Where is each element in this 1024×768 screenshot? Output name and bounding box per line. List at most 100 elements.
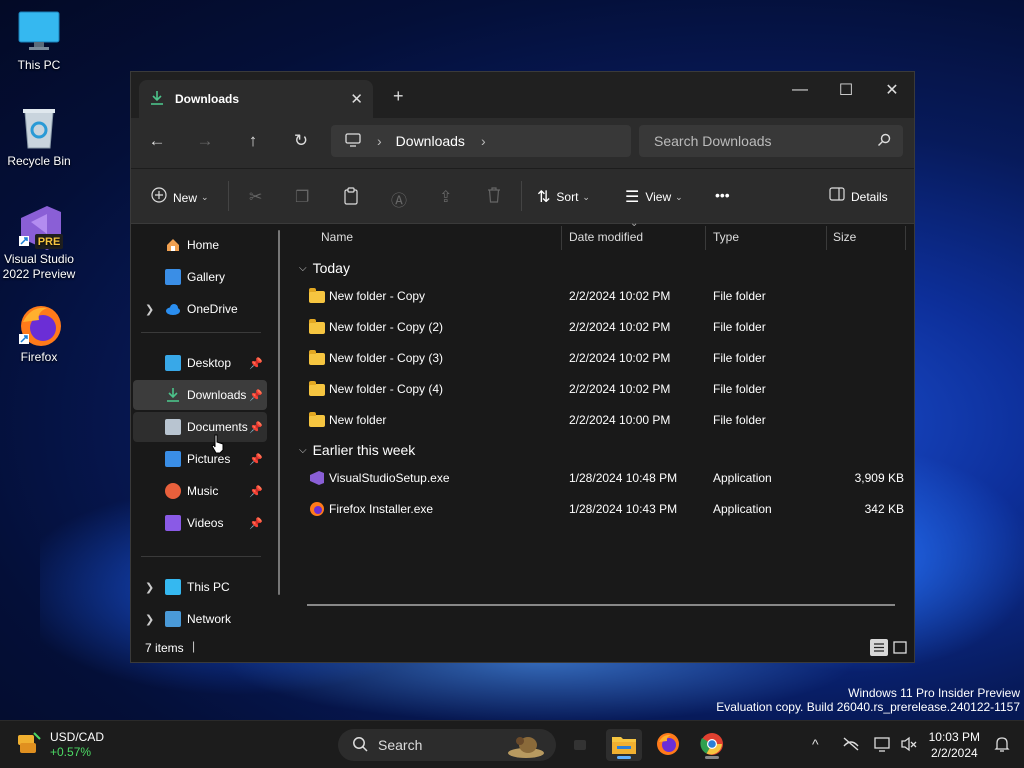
column-header-size[interactable]: Size: [833, 230, 856, 244]
search-placeholder: Search Downloads: [654, 133, 772, 149]
new-button[interactable]: New ⌄: [151, 187, 209, 208]
volume-muted-icon[interactable]: [900, 735, 918, 756]
table-row[interactable]: New folder - Copy (4) 2/2/2024 10:02 PM …: [307, 375, 904, 405]
horizontal-scrollbar[interactable]: [307, 604, 895, 606]
network-disconnected-icon[interactable]: [842, 736, 860, 755]
status-bar: 7 items |: [131, 634, 914, 662]
running-indicator: [705, 756, 719, 759]
column-header-date[interactable]: Date modified: [569, 230, 643, 244]
delete-button[interactable]: [487, 187, 507, 208]
taskbar-file-explorer[interactable]: [606, 729, 642, 761]
large-icons-view-icon[interactable]: [892, 640, 908, 658]
sort-button[interactable]: ⇅ Sort ⌄: [537, 187, 590, 207]
paste-button[interactable]: [343, 187, 365, 210]
sidebar-item-downloads[interactable]: Downloads 📌: [133, 380, 267, 410]
expand-chevron-icon[interactable]: ❯: [145, 613, 154, 626]
taskbar-search-box[interactable]: Search: [338, 729, 556, 761]
breadcrumb-downloads[interactable]: Downloads: [396, 133, 465, 149]
sidebar-item-documents[interactable]: Documents 📌: [133, 412, 267, 442]
share-button[interactable]: ⇪: [439, 187, 458, 207]
back-button[interactable]: ←: [145, 131, 169, 151]
tab-downloads[interactable]: Downloads ✕: [139, 80, 373, 118]
sidebar-item-desktop[interactable]: Desktop 📌: [133, 348, 267, 378]
sidebar-item-network[interactable]: ❯ Network: [133, 604, 267, 634]
refresh-button[interactable]: ↻: [289, 131, 313, 151]
sidebar-item-pictures[interactable]: Pictures 📌: [133, 444, 267, 474]
pin-icon[interactable]: 📌: [249, 453, 263, 466]
table-row[interactable]: Firefox Installer.exe 1/28/2024 10:43 PM…: [307, 495, 904, 525]
table-row[interactable]: VisualStudioSetup.exe 1/28/2024 10:48 PM…: [307, 464, 904, 494]
new-tab-button[interactable]: +: [393, 86, 404, 107]
tab-title: Downloads: [175, 92, 240, 106]
sidebar-item-gallery[interactable]: Gallery: [133, 262, 267, 292]
desktop-icon-visual-studio[interactable]: PRE Visual Studio 2022 Preview: [0, 204, 78, 282]
sidebar-scrollbar[interactable]: [278, 230, 280, 595]
desktop-icon-firefox[interactable]: Firefox: [0, 302, 78, 365]
close-window-button[interactable]: ✕: [869, 76, 915, 104]
breadcrumb-chevron-icon[interactable]: ›: [481, 133, 486, 149]
expand-chevron-icon[interactable]: ❯: [145, 581, 154, 594]
up-button[interactable]: ↑: [241, 131, 265, 151]
cut-button[interactable]: ✂: [249, 187, 268, 207]
chevron-down-icon: ⌄: [201, 192, 209, 202]
see-more-button[interactable]: •••: [715, 187, 730, 203]
taskbar-chrome[interactable]: [694, 729, 730, 761]
minimize-button[interactable]: —: [777, 76, 823, 104]
forward-button[interactable]: →: [193, 131, 217, 151]
group-header-today[interactable]: ⌵ Today: [299, 260, 350, 276]
close-tab-icon[interactable]: ✕: [350, 90, 363, 108]
sidebar-item-home[interactable]: Home: [133, 230, 267, 260]
taskbar-task-view[interactable]: [562, 729, 598, 761]
desktop-icon-label: Firefox: [20, 350, 58, 364]
details-view-icon[interactable]: [870, 639, 888, 656]
table-row[interactable]: New folder - Copy (2) 2/2/2024 10:02 PM …: [307, 313, 904, 343]
view-list-icon: ☰: [625, 189, 640, 206]
column-divider[interactable]: [826, 226, 827, 250]
download-icon: [149, 90, 165, 109]
desktop-icon-recycle-bin[interactable]: Recycle Bin: [0, 106, 78, 169]
display-icon[interactable]: [874, 735, 892, 756]
file-date: 1/28/2024 10:43 PM: [569, 502, 678, 516]
toolbar-divider: [228, 181, 229, 211]
column-header-type[interactable]: Type: [713, 230, 739, 244]
details-button[interactable]: Details: [829, 187, 888, 206]
breadcrumb-chevron-icon: ›: [377, 133, 382, 149]
copy-icon: ❐: [295, 189, 310, 206]
column-divider[interactable]: [905, 226, 906, 250]
taskbar-firefox[interactable]: [650, 729, 686, 761]
pin-icon[interactable]: 📌: [249, 357, 263, 370]
rename-button[interactable]: Ⓐ: [391, 187, 413, 211]
pin-icon[interactable]: 📌: [249, 517, 263, 530]
copy-button[interactable]: ❐: [295, 187, 315, 207]
show-hidden-icons-button[interactable]: ^: [812, 736, 819, 752]
group-header-earlier-this-week[interactable]: ⌵ Earlier this week: [299, 442, 415, 458]
column-header-name[interactable]: Name: [321, 230, 353, 244]
pin-icon[interactable]: 📌: [249, 389, 263, 402]
file-date: 2/2/2024 10:02 PM: [569, 351, 671, 365]
table-row[interactable]: New folder - Copy 2/2/2024 10:02 PM File…: [307, 282, 904, 312]
column-divider[interactable]: [705, 226, 706, 250]
sidebar-item-label: This PC: [187, 580, 230, 594]
column-divider[interactable]: [561, 226, 562, 250]
sidebar-item-videos[interactable]: Videos 📌: [133, 508, 267, 538]
desktop-icon-this-pc[interactable]: This PC: [0, 10, 78, 73]
sidebar-item-music[interactable]: Music 📌: [133, 476, 267, 506]
sidebar-item-this-pc[interactable]: ❯ This PC: [133, 572, 267, 602]
pin-icon[interactable]: 📌: [249, 421, 263, 434]
videos-folder-icon: [165, 515, 181, 531]
search-box[interactable]: Search Downloads: [639, 125, 903, 157]
view-button[interactable]: ☰ View ⌄: [625, 187, 683, 207]
folder-icon: [309, 319, 325, 334]
search-icon[interactable]: [877, 133, 891, 150]
system-clock[interactable]: 10:03 PM 2/2/2024: [929, 729, 980, 761]
maximize-button[interactable]: ☐: [823, 76, 869, 104]
notification-bell-icon[interactable]: [994, 735, 1010, 756]
expand-chevron-icon[interactable]: ❯: [145, 303, 154, 316]
clock-time: 10:03 PM: [928, 730, 980, 744]
table-row[interactable]: New folder 2/2/2024 10:00 PM File folder: [307, 406, 904, 436]
address-bar[interactable]: › Downloads ›: [331, 125, 631, 157]
widgets-button[interactable]: USD/CAD +0.57%: [14, 729, 104, 760]
pin-icon[interactable]: 📌: [249, 485, 263, 498]
sidebar-item-onedrive[interactable]: ❯ OneDrive: [133, 294, 267, 324]
table-row[interactable]: New folder - Copy (3) 2/2/2024 10:02 PM …: [307, 344, 904, 374]
